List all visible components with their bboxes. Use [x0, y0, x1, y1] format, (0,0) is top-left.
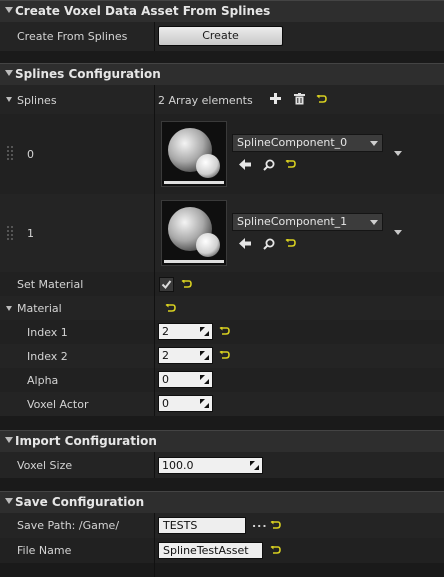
numeric-drag-grip-icon[interactable] — [250, 461, 259, 470]
use-selected-arrow-icon[interactable] — [239, 238, 251, 249]
collapse-arrow-icon[interactable] — [5, 7, 13, 13]
index1-number-box[interactable]: 2 — [158, 323, 213, 340]
material-label: Material — [17, 302, 62, 315]
column-divider[interactable] — [154, 22, 155, 51]
category-title: Import Configuration — [15, 434, 157, 448]
save-path-input[interactable]: TESTS — [158, 517, 246, 534]
category-import-configuration[interactable]: Import Configuration — [0, 430, 444, 452]
element-options-chevron-icon[interactable] — [394, 151, 402, 156]
create-from-splines-label: Create From Splines — [17, 30, 128, 43]
category-title: Splines Configuration — [15, 67, 161, 81]
voxel-actor-number-box[interactable]: 0 — [158, 395, 213, 412]
field-label: Index 1 — [27, 326, 68, 339]
field-label: Index 2 — [27, 350, 68, 363]
material-row: Material — [0, 296, 444, 320]
checkbox-check-icon — [161, 280, 172, 290]
set-material-row: Set Material — [0, 272, 444, 296]
add-icon[interactable] — [270, 93, 281, 104]
use-selected-arrow-icon[interactable] — [239, 159, 251, 170]
details-panel: Create Voxel Data Asset From Splines Cre… — [0, 0, 444, 577]
column-divider[interactable] — [154, 513, 155, 577]
create-row: Create From Splines Create — [0, 22, 444, 51]
drag-handle-icon[interactable] — [7, 146, 13, 163]
field-value: 0 — [162, 397, 169, 410]
collapse-arrow-icon[interactable] — [5, 70, 13, 76]
chevron-down-icon — [370, 141, 378, 146]
category-title: Save Configuration — [15, 495, 145, 509]
save-path-row: Save Path: /Game/ TESTS ... — [0, 513, 444, 538]
numeric-drag-grip-icon[interactable] — [200, 375, 209, 384]
material-field-row: Alpha 0 — [0, 368, 444, 392]
material-field-row: Index 2 2 — [0, 344, 444, 368]
save-path-label: Save Path: /Game/ — [17, 519, 120, 532]
numeric-drag-grip-icon[interactable] — [200, 399, 209, 408]
column-divider[interactable] — [154, 452, 155, 478]
element-index: 1 — [27, 227, 34, 240]
create-button[interactable]: Create — [158, 26, 283, 46]
set-material-label: Set Material — [17, 278, 84, 291]
reset-arrow-icon[interactable] — [285, 160, 296, 169]
category-title: Create Voxel Data Asset From Splines — [15, 4, 271, 18]
voxel-size-label: Voxel Size — [17, 459, 73, 472]
trash-icon[interactable] — [294, 93, 305, 105]
category-splines-configuration[interactable]: Splines Configuration — [0, 63, 444, 85]
reset-arrow-icon[interactable] — [219, 327, 230, 336]
spline-element-row: 0 SplineComponent_0 — [0, 114, 444, 194]
array-count: 2 Array elements — [158, 94, 253, 107]
voxel-size-number-box[interactable]: 100.0 — [158, 457, 263, 474]
index2-number-box[interactable]: 2 — [158, 347, 213, 364]
material-field-row: Voxel Actor 0 — [0, 392, 444, 416]
thumbnail-sphere[interactable] — [161, 121, 227, 187]
file-name-row: File Name SplineTestAsset — [0, 538, 444, 563]
thumbnail-sphere[interactable] — [161, 200, 227, 266]
reset-arrow-icon[interactable] — [316, 95, 327, 104]
drag-handle-icon[interactable] — [7, 226, 13, 243]
spline-component-combo[interactable]: SplineComponent_1 — [232, 213, 383, 231]
reset-arrow-icon[interactable] — [181, 280, 192, 289]
file-name-label: File Name — [17, 544, 72, 557]
set-material-checkbox[interactable] — [159, 277, 174, 292]
expand-arrow-icon[interactable] — [6, 306, 12, 311]
spline-element-row: 1 SplineComponent_1 — [0, 194, 444, 272]
combo-value: SplineComponent_0 — [237, 136, 348, 149]
field-value: 2 — [162, 349, 169, 362]
splines-row: Splines 2 Array elements — [0, 85, 444, 114]
reset-arrow-icon[interactable] — [270, 546, 281, 555]
category-save-configuration[interactable]: Save Configuration — [0, 491, 444, 513]
reset-arrow-icon[interactable] — [219, 351, 230, 360]
numeric-drag-grip-icon[interactable] — [200, 327, 209, 336]
collapse-arrow-icon[interactable] — [5, 437, 13, 443]
browse-magnifier-icon[interactable] — [263, 159, 275, 171]
material-field-row: Index 1 2 — [0, 320, 444, 344]
voxel-size-row: Voxel Size 100.0 — [0, 452, 444, 478]
splines-label: Splines — [17, 94, 57, 107]
reset-arrow-icon[interactable] — [270, 521, 281, 530]
field-label: Voxel Actor — [27, 398, 89, 411]
expand-arrow-icon[interactable] — [6, 97, 12, 102]
chevron-down-icon — [370, 220, 378, 225]
field-value: 100.0 — [162, 459, 194, 472]
field-label: Alpha — [27, 374, 59, 387]
element-index: 0 — [27, 148, 34, 161]
category-create[interactable]: Create Voxel Data Asset From Splines — [0, 0, 444, 22]
field-value: 0 — [162, 373, 169, 386]
spline-component-combo[interactable]: SplineComponent_0 — [232, 134, 383, 152]
column-divider[interactable] — [154, 85, 155, 416]
reset-arrow-icon[interactable] — [165, 304, 176, 313]
alpha-number-box[interactable]: 0 — [158, 371, 213, 388]
file-name-input[interactable]: SplineTestAsset — [158, 542, 263, 559]
combo-value: SplineComponent_1 — [237, 215, 348, 228]
sphere-preview-icon — [168, 207, 220, 257]
element-options-chevron-icon[interactable] — [394, 230, 402, 235]
sphere-preview-icon — [168, 128, 220, 178]
reset-arrow-icon[interactable] — [285, 239, 296, 248]
browse-magnifier-icon[interactable] — [263, 238, 275, 250]
browse-dots-button[interactable]: ... — [252, 517, 268, 530]
field-value: 2 — [162, 325, 169, 338]
collapse-arrow-icon[interactable] — [5, 498, 13, 504]
numeric-drag-grip-icon[interactable] — [200, 351, 209, 360]
